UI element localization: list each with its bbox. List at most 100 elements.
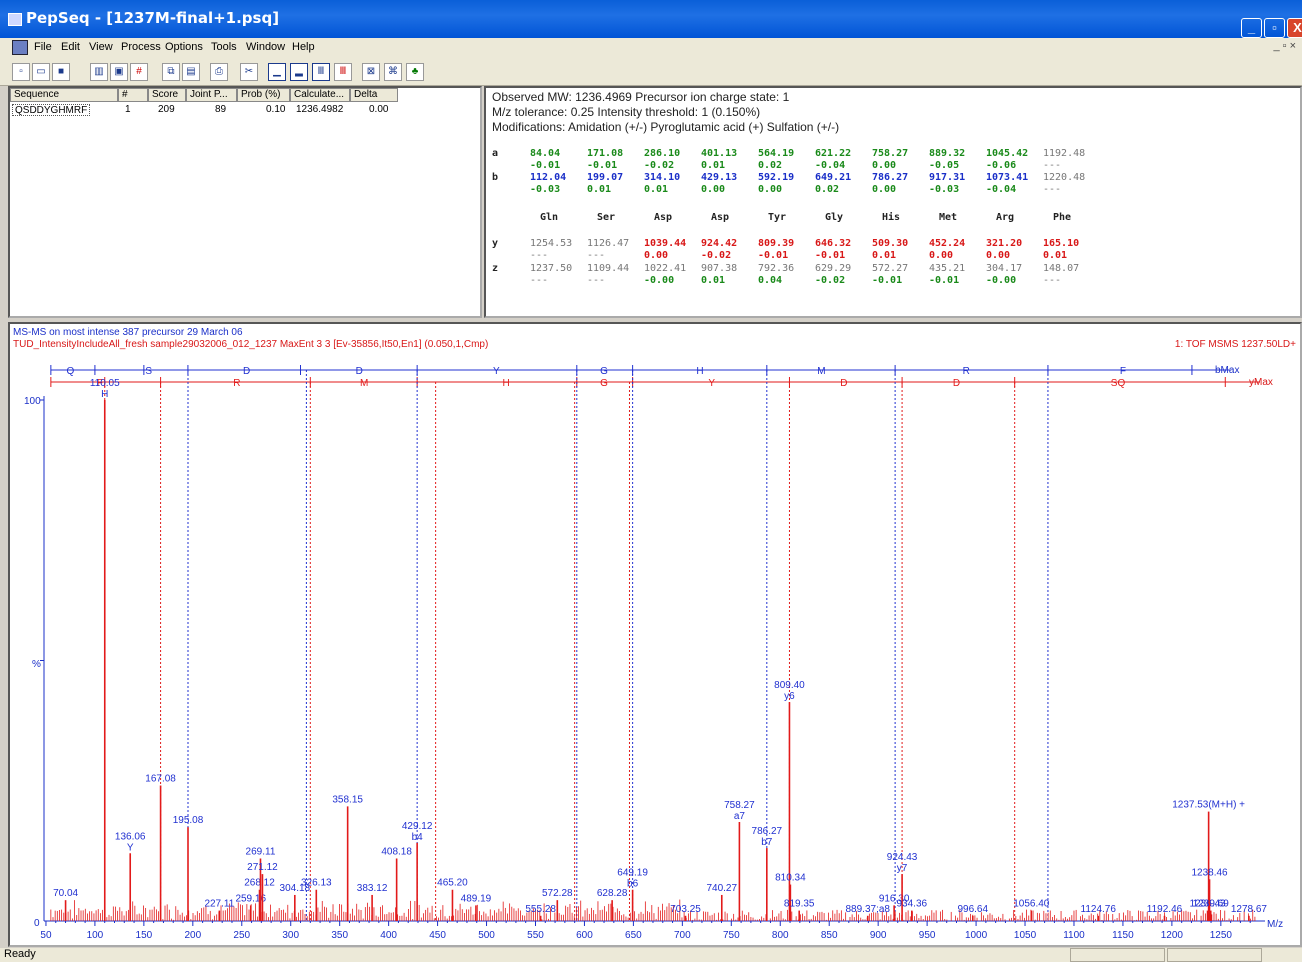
menu-view[interactable]: View: [89, 41, 113, 53]
ion-delta: -0.01: [758, 250, 789, 261]
ion-delta: 0.01: [644, 184, 669, 195]
peak-ion-label: a7: [734, 811, 746, 822]
ion-value: 286.10: [644, 148, 681, 159]
tools-icon[interactable]: ✂: [240, 63, 258, 81]
peak-label: 326.13: [301, 878, 332, 889]
menu-edit[interactable]: Edit: [61, 41, 80, 53]
residue-label: His: [882, 212, 901, 223]
spectrum-plot[interactable]: MS-MS on most intense 387 precursor 29 M…: [10, 324, 1300, 945]
peak-label: 1192.46: [1147, 904, 1183, 915]
ion-value: 809.39: [758, 238, 795, 249]
document-icon[interactable]: [12, 40, 28, 55]
minimize-button[interactable]: _: [1241, 18, 1262, 38]
menu-file[interactable]: File: [34, 41, 52, 53]
menu-help[interactable]: Help: [292, 41, 315, 53]
ion-row-label: a: [492, 148, 499, 159]
peak-label: 555.28: [525, 904, 556, 915]
y-ladder-residue: SQ: [1111, 378, 1126, 389]
col-joint-p[interactable]: Joint P...: [186, 88, 237, 102]
y-ladder-residue: G: [600, 378, 608, 389]
ion-value: 572.27: [872, 263, 909, 274]
ion-delta: 0.02: [758, 160, 783, 171]
peak-label: 70.04: [53, 888, 78, 899]
y-ladder-residue: Y: [708, 378, 715, 389]
peak-label: 703.25: [670, 904, 701, 915]
zoom-icon[interactable]: ⌘: [384, 63, 402, 81]
peak-label: 465.20: [437, 878, 468, 889]
ladder-red-icon[interactable]: Ⅲ: [334, 63, 352, 81]
ion-value: 1220.48: [1043, 172, 1086, 183]
x-tick-label: 550: [527, 930, 544, 941]
ion-value: 917.31: [929, 172, 966, 183]
col-number[interactable]: #: [118, 88, 148, 102]
cell-sequence[interactable]: QSDDYGHMRF: [12, 104, 91, 116]
b-ladder-residue: Q: [67, 366, 75, 377]
save-icon[interactable]: ■: [52, 63, 70, 81]
col-sequence[interactable]: Sequence: [10, 88, 118, 102]
tree-icon[interactable]: ♣: [406, 63, 424, 81]
menu-options[interactable]: Options: [165, 41, 203, 53]
chart-b-icon[interactable]: ▂: [290, 63, 308, 81]
peak-ion-label: y7: [897, 863, 908, 874]
col-delta[interactable]: Delta: [350, 88, 398, 102]
window-icon[interactable]: ▣: [110, 63, 128, 81]
ion-delta: ---: [587, 275, 606, 286]
peak-label: 227.11: [204, 899, 234, 910]
ion-delta: 0.00: [872, 160, 897, 171]
restore-button[interactable]: ▫: [1264, 18, 1285, 38]
spectrum-icon[interactable]: ▥: [90, 63, 108, 81]
ion-delta: -0.03: [929, 184, 960, 195]
menu-tools[interactable]: Tools: [211, 41, 237, 53]
ion-delta: -0.01: [815, 250, 846, 261]
ion-value: 649.21: [815, 172, 852, 183]
ion-row-label: y: [492, 238, 499, 249]
cell-delta: 0.00: [369, 104, 389, 115]
ion-value: 304.17: [986, 263, 1023, 274]
mdi-window-controls[interactable]: _ ▫ ×: [1273, 40, 1296, 52]
zoom-fit-icon[interactable]: ⊠: [362, 63, 380, 81]
peak-ion-label: H: [101, 389, 108, 400]
open-icon[interactable]: ▭: [32, 63, 50, 81]
ion-value: 1109.44: [587, 263, 630, 274]
peak-label: 271.12: [247, 862, 278, 873]
col-score[interactable]: Score: [148, 88, 186, 102]
peak-label: 572.28: [542, 888, 573, 899]
new-icon[interactable]: ▫: [12, 63, 30, 81]
col-prob[interactable]: Prob (%): [237, 88, 290, 102]
ion-value: 171.08: [587, 148, 624, 159]
ion-value: 907.38: [701, 263, 738, 274]
peak-label: 889.37;a8: [846, 904, 891, 915]
copy-icon[interactable]: ⧉: [162, 63, 180, 81]
peak-label: 195.08: [173, 815, 204, 826]
x-tick-label: 500: [478, 930, 495, 941]
ion-value: 1237.50: [530, 263, 573, 274]
grid-icon[interactable]: #: [130, 63, 148, 81]
print-icon[interactable]: ⎙: [210, 63, 228, 81]
b-ladder-residue: F: [1120, 366, 1126, 377]
ion-delta: 0.04: [758, 275, 783, 286]
peak-label: 924.43: [887, 852, 918, 863]
chart-a-icon[interactable]: ▁: [268, 63, 286, 81]
menu-process[interactable]: Process: [121, 41, 161, 53]
ion-value: 792.36: [758, 263, 795, 274]
paste-icon[interactable]: ▤: [182, 63, 200, 81]
ion-delta: -0.01: [872, 275, 903, 286]
peak-label: 649.19: [617, 868, 648, 879]
x-tick-label: 850: [821, 930, 838, 941]
menu-window[interactable]: Window: [246, 41, 285, 53]
title-bar: PepSeq - [1237M-final+1.psq] _ ▫ X: [0, 0, 1302, 38]
cell-joint-p: 89: [215, 104, 227, 115]
ion-delta: ---: [587, 250, 606, 261]
y-axis-label: %: [32, 659, 41, 670]
ion-value: 435.21: [929, 263, 966, 274]
ion-delta: 0.00: [986, 250, 1011, 261]
residue-label: Arg: [996, 212, 1015, 223]
spectrum-header-1: MS-MS on most intense 387 precursor 29 M…: [13, 327, 243, 338]
ladder-blue-icon[interactable]: Ⅲ: [312, 63, 330, 81]
col-calculated[interactable]: Calculate...: [290, 88, 350, 102]
x-tick-label: 400: [380, 930, 397, 941]
ion-value: 889.32: [929, 148, 966, 159]
residue-label: Ser: [597, 212, 616, 223]
close-button[interactable]: X: [1287, 18, 1302, 38]
b-ladder-residue: G: [600, 366, 608, 377]
